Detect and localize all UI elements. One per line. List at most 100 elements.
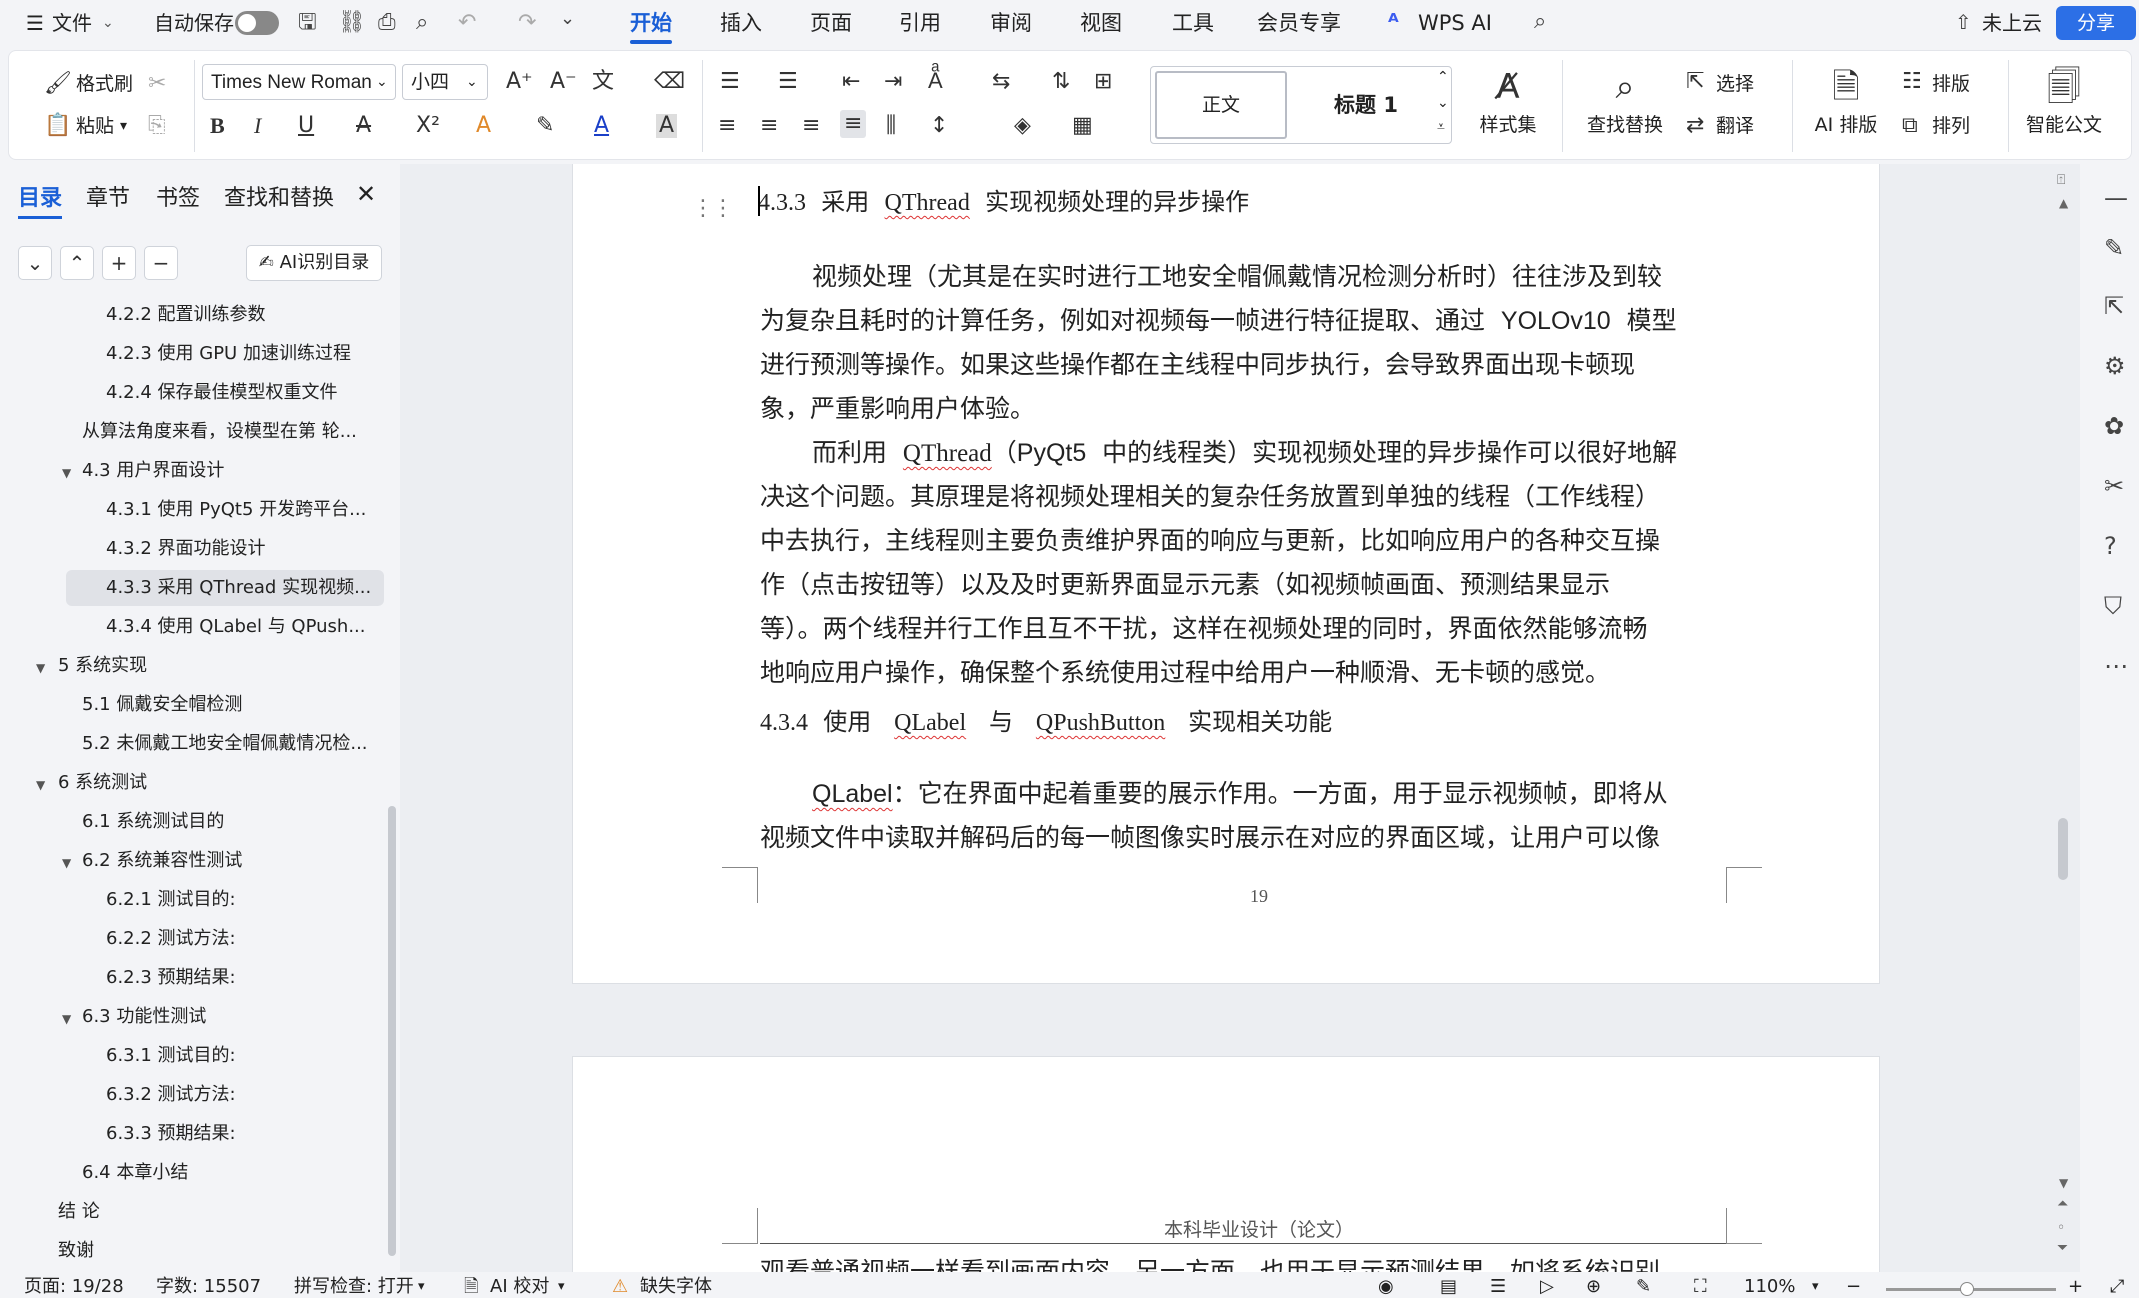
select-button[interactable]: 选择 xyxy=(1716,72,1754,96)
text-effect-icon[interactable]: A xyxy=(476,114,491,138)
expand-up-icon[interactable]: ⌃ xyxy=(60,246,94,280)
cursor-select-icon[interactable]: ⇱ xyxy=(2104,292,2124,320)
toc-item[interactable]: 6.2.1 测试目的: xyxy=(106,882,236,918)
style-scroll-down-icon[interactable]: ⌄ xyxy=(1437,95,1449,111)
expand-triangle-icon[interactable]: ▼ xyxy=(62,856,71,870)
print-preview-icon[interactable]: ⌕ xyxy=(416,12,428,34)
heading-4-3-4[interactable]: 4.3.4 使用 QLabel 与 QPushButton 实现相关功能 xyxy=(760,700,1332,745)
shapes-icon[interactable]: ✿ xyxy=(2104,412,2124,440)
document-scrollbar-thumb[interactable] xyxy=(2058,818,2068,880)
underline-icon[interactable]: U xyxy=(298,114,314,138)
toc-item[interactable]: 6.2.3 预期结果: xyxy=(106,960,236,996)
char-shading-icon[interactable]: A xyxy=(656,114,678,138)
clear-format-icon[interactable]: ⌫ xyxy=(654,70,685,94)
toc-item[interactable]: 6.2 系统兼容性测试 xyxy=(82,843,242,879)
more-icon[interactable]: ⋯ xyxy=(2104,652,2128,680)
style-heading1[interactable]: 标题 1 xyxy=(1301,71,1431,139)
autosave-toggle[interactable] xyxy=(235,11,279,35)
expand-triangle-icon[interactable]: ▼ xyxy=(36,661,45,675)
paragraph-line[interactable]: 地响应用户操作，确保整个系统使用过程中给用户一种顺滑、无卡顿的感觉。 xyxy=(760,651,1610,695)
tab-home[interactable]: 开始 xyxy=(630,0,672,46)
tab-member[interactable]: 会员专享 xyxy=(1257,0,1341,46)
tab-view[interactable]: 视图 xyxy=(1080,0,1122,46)
collapse-all-icon[interactable]: ⌄ xyxy=(18,246,52,280)
scroll-top-icon[interactable]: ⍐ xyxy=(2057,172,2065,188)
expand-triangle-icon[interactable]: ▼ xyxy=(62,466,71,480)
tab-wps-ai[interactable]: WPS AI xyxy=(1418,0,1492,46)
bold-icon[interactable]: B xyxy=(210,114,225,138)
phonetic-guide-icon[interactable]: 文 xyxy=(592,70,614,94)
numbered-list-icon[interactable]: ☰ xyxy=(778,70,798,94)
paragraph-line[interactable]: 决这个问题。其原理是将视频处理相关的复杂任务放置到单独的线程（工作线程） xyxy=(760,475,1660,519)
remove-heading-icon[interactable]: − xyxy=(144,246,178,280)
show-marks-icon[interactable]: ⊞ xyxy=(1094,70,1112,94)
select-cursor-icon[interactable]: ⇱ xyxy=(1686,70,1704,94)
write-mode-icon[interactable]: ✎ xyxy=(1636,1276,1651,1298)
prev-page-icon[interactable]: ⏶ xyxy=(2057,1196,2068,1212)
tab-references[interactable]: 引用 xyxy=(899,0,941,46)
help-icon[interactable]: ? xyxy=(2104,532,2117,560)
shading-icon[interactable]: ◈ xyxy=(1014,114,1031,138)
spell-check-toggle[interactable]: 拼写检查: 打开 xyxy=(294,1276,414,1298)
play-icon[interactable]: ▷ xyxy=(1540,1276,1554,1298)
toc-item[interactable]: 5 系统实现 xyxy=(58,648,147,684)
translate-button[interactable]: 翻译 xyxy=(1716,114,1754,138)
superscript-icon[interactable]: X² xyxy=(416,114,440,138)
paragraph-line[interactable]: QLabel：它在界面中起着重要的展示作用。一方面，用于显示视频帧，即将从 xyxy=(812,772,1668,816)
tab-review[interactable]: 审阅 xyxy=(990,0,1032,46)
paste-button[interactable]: 粘贴 xyxy=(76,114,114,138)
style-scroll-up-icon[interactable]: ⌃ xyxy=(1437,69,1449,85)
file-menu[interactable]: 文件 xyxy=(52,0,92,46)
copy-icon[interactable]: ⎘ xyxy=(148,114,166,138)
tab-toc[interactable]: 目录 xyxy=(18,180,63,219)
paragraph-line[interactable]: 视频文件中读取并解码后的每一帧图像实时展示在对应的界面区域，让用户可以像 xyxy=(760,816,1660,860)
bullet-list-icon[interactable]: ☰ xyxy=(720,70,740,94)
align-right-icon[interactable]: ≡ xyxy=(802,114,820,138)
ai-check-chevron-icon[interactable]: ▾ xyxy=(558,1276,565,1298)
paste-icon[interactable]: 📋 xyxy=(44,114,71,138)
align-left-icon[interactable]: ≡ xyxy=(718,114,736,138)
word-count[interactable]: 字数: 15507 xyxy=(156,1276,261,1298)
decrease-indent-icon[interactable]: ⇤ xyxy=(842,70,860,94)
paragraph-line[interactable]: 视频处理（尤其是在实时进行工地安全帽佩戴情况检测分析时）往往涉及到较 xyxy=(812,255,1662,299)
tab-find-replace[interactable]: 查找和替换 xyxy=(224,180,334,212)
toc-item[interactable]: 6.3.2 测试方法: xyxy=(106,1077,236,1113)
cloud-status[interactable]: 未上云 xyxy=(1982,0,2042,46)
toc-item-selected[interactable]: 4.3.3 采用 QThread 实现视频... xyxy=(66,570,384,606)
zoom-level[interactable]: 110% xyxy=(1744,1276,1795,1298)
paragraph-line[interactable]: 等）。两个线程并行工作且互不干扰，这样在视频处理的同时，界面依然能够流畅 xyxy=(760,607,1648,651)
layout-icon[interactable]: ☷ xyxy=(1902,70,1922,94)
smart-doc-button[interactable]: 🗐 智能公文 xyxy=(2024,64,2104,137)
select-browse-icon[interactable]: ◦ xyxy=(2057,1220,2065,1236)
style-set-button[interactable]: A̸ 样式集 xyxy=(1470,64,1546,137)
next-page-icon[interactable]: ⏷ xyxy=(2057,1240,2068,1256)
share-button[interactable]: 分享 xyxy=(2056,6,2136,40)
toc-item[interactable]: 6 系统测试 xyxy=(58,765,147,801)
tab-bookmarks[interactable]: 书签 xyxy=(156,180,200,212)
paragraph-line[interactable]: 为复杂且耗时的计算任务，例如对视频每一帧进行特征提取、通过 YOLOv10 模型 xyxy=(760,299,1677,343)
fit-page-icon[interactable]: ⛶ xyxy=(1694,1276,1707,1298)
strikethrough-icon[interactable]: A xyxy=(356,114,371,138)
toc-item[interactable]: 4.2.4 保存最佳模型权重文件 xyxy=(106,375,338,411)
heading-4-3-3[interactable]: 4.3.3 采用 QThread 实现视频处理的异步操作 xyxy=(758,180,1249,225)
hamburger-icon[interactable]: ☰ xyxy=(26,0,44,46)
style-normal[interactable]: 正文 xyxy=(1155,71,1287,139)
undo-icon[interactable]: ↶ xyxy=(458,12,476,34)
toc-item[interactable]: 6.3 功能性测试 xyxy=(82,999,206,1035)
format-painter-icon[interactable]: 🖌 xyxy=(44,72,72,96)
zoom-slider-thumb[interactable] xyxy=(1960,1282,1974,1296)
page-view-icon[interactable]: ▤ xyxy=(1440,1276,1457,1298)
change-case-icon[interactable]: Aͣ xyxy=(928,70,943,94)
paragraph-line[interactable]: 作（点击按钮等）以及及时更新界面显示元素（如视频帧画面、预测结果显示 xyxy=(760,563,1610,607)
toc-item[interactable]: 6.3.1 测试目的: xyxy=(106,1038,236,1074)
toc-item[interactable]: 4.2.3 使用 GPU 加速训练过程 xyxy=(106,336,351,372)
font-color-icon[interactable]: A xyxy=(594,114,609,138)
missing-font-button[interactable]: 缺失字体 xyxy=(640,1276,712,1298)
fullscreen-icon[interactable]: ⤢ xyxy=(2110,1276,2124,1298)
minimize-panel-icon[interactable]: — xyxy=(2104,184,2128,212)
eye-protect-icon[interactable]: ◉ xyxy=(1378,1276,1394,1298)
italic-icon[interactable]: I xyxy=(254,114,261,138)
chevron-down-icon[interactable]: ⌄ xyxy=(102,0,114,46)
toc-item[interactable]: 6.3.3 预期结果: xyxy=(106,1116,236,1152)
page-indicator[interactable]: 页面: 19/28 xyxy=(24,1276,124,1298)
